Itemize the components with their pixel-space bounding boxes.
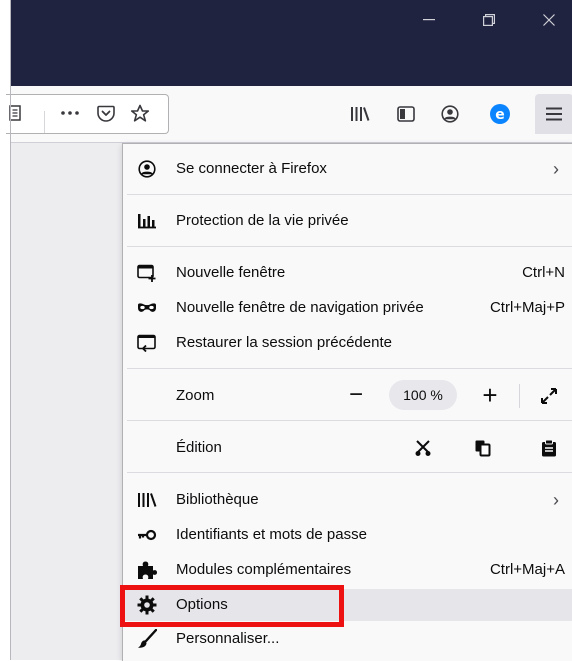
open-menu-button[interactable] — [535, 94, 572, 134]
cut-button[interactable] — [409, 434, 437, 462]
svg-text:e: e — [495, 107, 505, 123]
menu-separator — [127, 246, 572, 247]
account-button[interactable] — [434, 98, 466, 130]
hamburger-menu-icon — [546, 107, 562, 121]
bookmark-star-button[interactable] — [124, 97, 156, 129]
extension-button[interactable]: e — [484, 98, 516, 130]
menu-separator — [127, 194, 572, 195]
extension-icon: e — [490, 104, 510, 124]
menu-item-shortcut: Ctrl+N — [522, 264, 565, 281]
puzzle-piece-icon — [137, 561, 157, 579]
menu-separator — [127, 472, 572, 473]
pocket-icon — [97, 105, 115, 122]
new-window-icon — [137, 264, 157, 282]
library-icon — [351, 107, 370, 121]
zoom-out-button[interactable]: − — [341, 380, 371, 410]
menu-item-customize[interactable]: Personnaliser... — [123, 623, 572, 655]
app-menu: Se connecter à Firefox › Protection de l… — [122, 143, 572, 661]
zoom-in-button[interactable]: + — [475, 380, 505, 410]
cut-icon — [415, 440, 431, 456]
menu-separator — [127, 420, 572, 421]
zoom-reset-button[interactable]: 100 % — [389, 380, 457, 410]
close-icon — [543, 14, 555, 26]
chevron-right-icon: › — [553, 159, 559, 179]
menu-item-shortcut: Ctrl+Maj+P — [489, 299, 565, 316]
title-bar — [10, 0, 572, 86]
zoom-separator — [519, 384, 520, 408]
fullscreen-button[interactable] — [535, 382, 563, 410]
pocket-button[interactable] — [90, 97, 122, 129]
private-mask-icon — [137, 299, 157, 317]
menu-item-addons[interactable]: Modules complémentaires Ctrl+Maj+A — [123, 554, 572, 586]
url-bar[interactable] — [6, 94, 169, 134]
menu-item-label: Nouvelle fenêtre de navigation privée — [176, 299, 424, 316]
menu-item-edit: Édition — [123, 432, 572, 464]
menu-item-label: Options — [176, 596, 228, 613]
menu-item-zoom: Zoom − 100 % + — [123, 380, 572, 412]
restore-icon — [483, 14, 495, 26]
menu-item-restore-session[interactable]: Restaurer la session précédente — [123, 327, 572, 359]
more-icon — [61, 111, 79, 115]
page-actions-button[interactable] — [54, 97, 86, 129]
library-button[interactable] — [344, 98, 376, 130]
reader-icon — [9, 105, 21, 121]
fullscreen-icon — [541, 388, 557, 404]
account-icon — [137, 160, 157, 178]
menu-item-shortcut: Ctrl+Maj+A — [489, 561, 565, 578]
restore-button[interactable] — [466, 0, 512, 40]
dashboard-icon — [137, 212, 157, 230]
menu-item-private-window[interactable]: Nouvelle fenêtre de navigation privée Ct… — [123, 292, 572, 324]
minimize-button[interactable] — [406, 0, 452, 40]
menu-item-label: Personnaliser... — [176, 630, 280, 647]
reader-view-button[interactable] — [0, 97, 32, 129]
page-panel — [10, 143, 122, 660]
url-bar-separator — [44, 111, 45, 133]
chevron-right-icon: › — [553, 490, 559, 510]
paintbrush-icon — [137, 629, 157, 648]
menu-item-label: Édition — [176, 439, 222, 456]
minimize-icon — [423, 19, 435, 21]
close-button[interactable] — [526, 0, 572, 40]
copy-button[interactable] — [469, 434, 497, 462]
sidebar-icon — [397, 106, 415, 122]
menu-item-label: Restaurer la session précédente — [176, 334, 392, 351]
menu-item-label: Nouvelle fenêtre — [176, 264, 286, 281]
menu-item-options[interactable]: Options — [123, 589, 572, 621]
gear-icon — [137, 595, 157, 615]
menu-item-new-window[interactable]: Nouvelle fenêtre Ctrl+N — [123, 257, 572, 289]
menu-item-sign-in[interactable]: Se connecter à Firefox › — [123, 153, 572, 185]
menu-separator — [127, 368, 572, 369]
key-icon — [137, 526, 157, 544]
menu-item-library[interactable]: Bibliothèque › — [123, 484, 572, 516]
navigation-toolbar: e — [6, 86, 572, 143]
menu-item-logins-passwords[interactable]: Identifiants et mots de passe — [123, 519, 572, 551]
window-edge — [10, 0, 11, 660]
menu-item-label: Modules complémentaires — [176, 561, 352, 578]
paste-button[interactable] — [535, 434, 563, 462]
menu-item-label: Protection de la vie privée — [176, 212, 349, 229]
menu-item-label: Bibliothèque — [176, 491, 259, 508]
sidebar-button[interactable] — [390, 98, 422, 130]
copy-icon — [475, 440, 491, 457]
menu-item-privacy-protection[interactable]: Protection de la vie privée — [123, 205, 572, 237]
account-icon — [441, 105, 459, 123]
restore-session-icon — [137, 334, 157, 352]
menu-item-label: Se connecter à Firefox — [176, 160, 327, 177]
menu-item-label: Identifiants et mots de passe — [176, 526, 367, 543]
menu-item-label: Zoom — [176, 387, 215, 404]
library-icon — [137, 491, 157, 509]
bookmark-star-icon — [130, 104, 150, 122]
paste-icon — [542, 439, 556, 457]
